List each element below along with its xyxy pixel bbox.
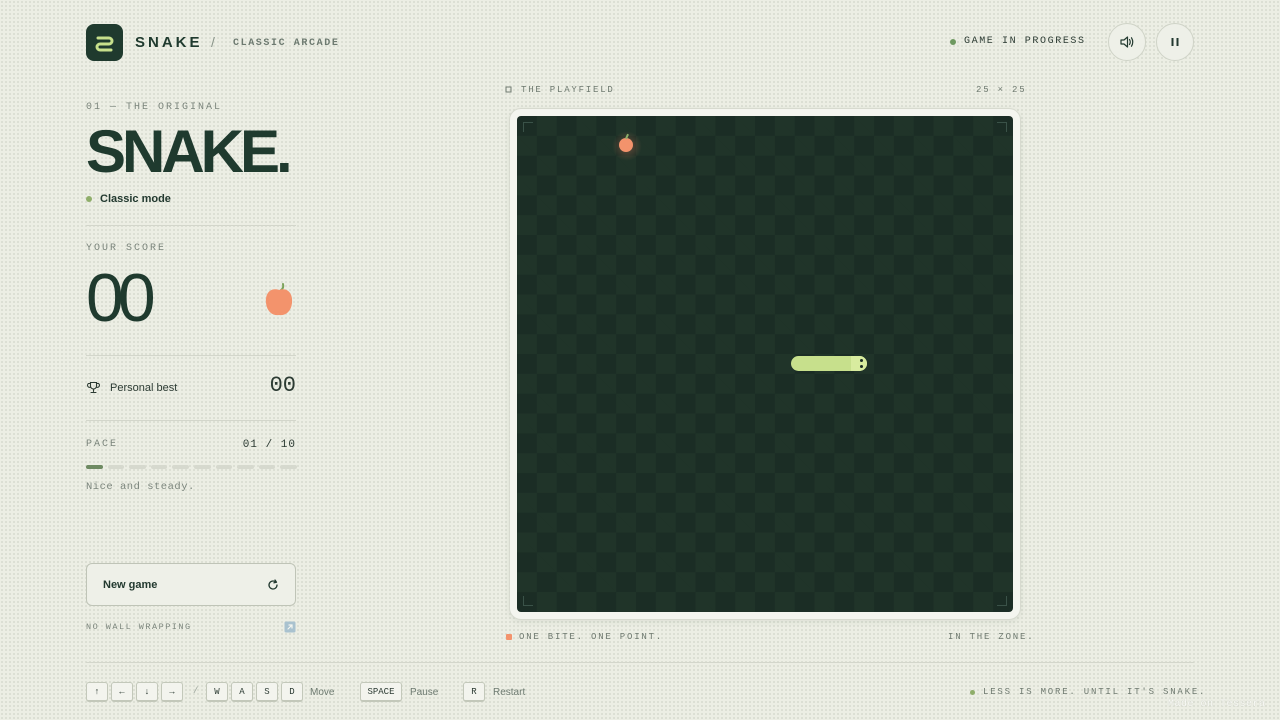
game-status: GAME IN PROGRESS [964, 36, 1086, 47]
key-s: S [256, 682, 278, 702]
key-a: A [231, 682, 253, 702]
snake-body [791, 356, 867, 371]
pace-segment [107, 465, 125, 469]
pace-segment [258, 465, 276, 469]
pace-segment [129, 465, 146, 469]
made-by-badge[interactable]: Made on Tessera [1168, 699, 1266, 710]
new-game-button[interactable]: New game [86, 563, 296, 606]
food-indicator [506, 634, 512, 640]
pace-value: 01 / 10 [242, 439, 296, 451]
mode-label: Classic mode [100, 193, 171, 205]
pause-button[interactable] [1156, 23, 1194, 61]
key-right: → [161, 682, 183, 702]
pace-note: Nice and steady. [86, 481, 195, 493]
playfield-caption-left: ONE BITE. ONE POINT. [519, 632, 664, 642]
trophy-icon [87, 381, 100, 394]
corner-mark [523, 122, 533, 132]
score-value: 00 [86, 260, 156, 336]
section-eyebrow: 01 — THE ORIGINAL [86, 102, 223, 113]
divider [86, 420, 296, 421]
key-up: ↑ [86, 682, 108, 702]
corner-mark [523, 596, 533, 606]
brand-name: SNAKE [135, 34, 203, 51]
new-game-label: New game [103, 578, 158, 591]
pace-segment [215, 465, 233, 469]
pace-segment [86, 465, 103, 469]
key-space: SPACE [360, 682, 402, 702]
snake-eye [860, 365, 863, 368]
snake-head [851, 356, 867, 371]
sound-toggle-button[interactable] [1108, 23, 1146, 61]
restart-label: Restart [493, 687, 526, 698]
key-r: R [463, 682, 485, 702]
food-apple [619, 138, 633, 152]
move-label: Move [310, 687, 335, 698]
pace-segment [193, 465, 211, 469]
footer-motto: LESS IS MORE. UNTIL IT'S SNAKE. [983, 687, 1207, 697]
brand-separator: / [211, 34, 215, 50]
pause-icon [1171, 38, 1179, 46]
game-title: SNAKE. [86, 118, 293, 185]
footer-divider [86, 662, 1194, 663]
square-icon [505, 86, 512, 93]
apple-icon [265, 283, 293, 316]
playfield-size: 25 × 25 [976, 85, 1027, 95]
key-w: W [206, 682, 228, 702]
speaker-icon [1120, 36, 1134, 48]
pace-label: PACE [86, 439, 119, 450]
snake-eye [860, 359, 863, 362]
pause-label: Pause [410, 687, 439, 698]
key-separator: / [193, 686, 199, 696]
divider [86, 225, 296, 226]
score-label: YOUR SCORE [86, 243, 167, 254]
personal-best-value: 00 [269, 373, 296, 398]
mode-indicator [86, 196, 92, 202]
status-indicator [950, 39, 956, 45]
playfield-label: THE PLAYFIELD [521, 85, 615, 95]
divider [86, 355, 296, 356]
motto-indicator [970, 690, 975, 695]
game-board[interactable] [517, 116, 1013, 612]
corner-mark [997, 122, 1007, 132]
playfield-caption-right: IN THE ZONE. [948, 632, 1035, 642]
snake-logo-icon [95, 36, 114, 52]
restart-icon [268, 578, 278, 590]
key-left: ← [111, 682, 133, 702]
app-logo [86, 24, 123, 61]
wall-wrapping-note: NO WALL WRAPPING [86, 622, 192, 632]
pace-segment [280, 465, 297, 469]
personal-best-label: Personal best [110, 382, 178, 394]
key-d: D [281, 682, 303, 702]
pace-segment [237, 465, 254, 469]
pace-segment [172, 465, 189, 469]
pace-meter [86, 465, 297, 469]
corner-mark [997, 596, 1007, 606]
key-down: ↓ [136, 682, 158, 702]
pace-segment [150, 465, 168, 469]
external-link-icon[interactable] [284, 621, 296, 633]
brand-subtitle: CLASSIC ARCADE [233, 38, 340, 49]
